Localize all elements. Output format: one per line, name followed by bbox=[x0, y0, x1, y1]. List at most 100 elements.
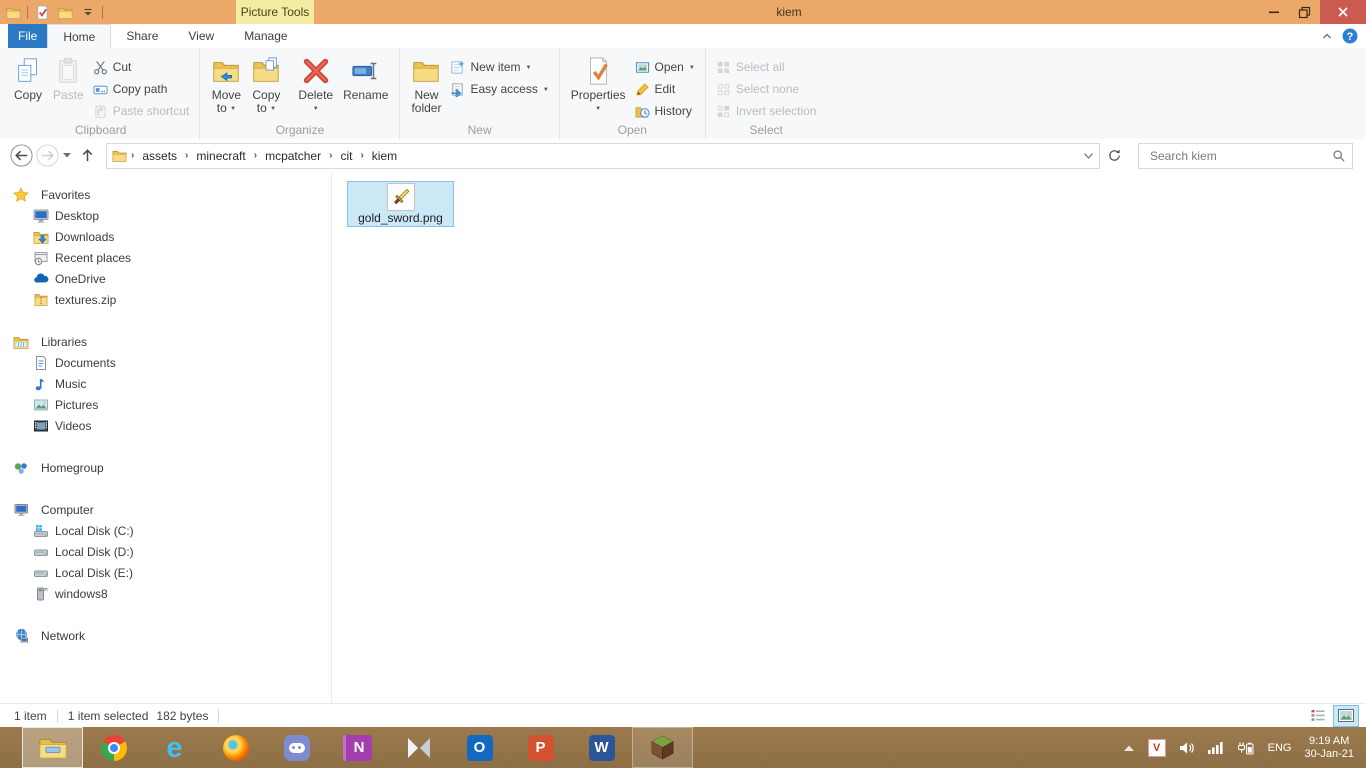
tab-file[interactable]: File bbox=[8, 24, 48, 48]
sidebar-item-downloads[interactable]: Downloads bbox=[0, 226, 331, 247]
sidebar-item-onedrive[interactable]: OneDrive bbox=[0, 268, 331, 289]
invert-selection-button[interactable]: Invert selection bbox=[712, 100, 821, 122]
search-input[interactable] bbox=[1148, 147, 1332, 164]
picture-tools-contextual-tab[interactable]: Picture Tools bbox=[236, 0, 314, 24]
tab-manage[interactable]: Manage bbox=[229, 24, 302, 48]
copy-path-button[interactable]: Copy path bbox=[89, 78, 194, 100]
taskbar-onenote-button[interactable]: N bbox=[327, 727, 388, 768]
history-button[interactable]: History bbox=[631, 100, 699, 122]
paste-button[interactable]: Paste bbox=[48, 51, 89, 102]
system-tray: V ENG 9:19 AM 30-Jan-21 bbox=[1123, 727, 1366, 768]
search-icon[interactable] bbox=[1332, 149, 1346, 163]
tab-view[interactable]: View bbox=[173, 24, 229, 48]
minimize-ribbon-chevron-icon[interactable] bbox=[1320, 29, 1334, 43]
copy-to-button[interactable]: Copy to bbox=[246, 51, 286, 118]
clipboard-group-label: Clipboard bbox=[75, 123, 127, 137]
sidebar-item-local-disk-c[interactable]: Local Disk (C:) bbox=[0, 520, 331, 541]
taskbar-internet-explorer-button[interactable]: e bbox=[144, 727, 205, 768]
forward-button[interactable] bbox=[34, 143, 60, 169]
local-disk-d-icon bbox=[34, 549, 48, 556]
tab-share[interactable]: Share bbox=[111, 24, 173, 48]
details-view-button[interactable] bbox=[1306, 706, 1330, 726]
qat-properties-button[interactable] bbox=[33, 3, 51, 21]
tab-home[interactable]: Home bbox=[47, 24, 112, 48]
up-one-level-button[interactable] bbox=[74, 143, 100, 169]
taskbar-outlook-button[interactable]: O bbox=[449, 727, 510, 768]
v-tray-icon[interactable]: V bbox=[1147, 738, 1166, 757]
delete-button[interactable]: Delete bbox=[293, 51, 338, 118]
copy-button[interactable]: Copy bbox=[8, 51, 48, 102]
dropdown-caret-icon bbox=[526, 60, 532, 74]
recent-locations-caret[interactable] bbox=[60, 143, 74, 169]
breadcrumb-assets[interactable]: assets bbox=[135, 144, 184, 168]
select-none-button[interactable]: Select none bbox=[712, 78, 821, 100]
breadcrumb-mcpatcher[interactable]: mcpatcher bbox=[258, 144, 328, 168]
file-list-area[interactable]: gold_sword.png bbox=[332, 172, 1366, 704]
language-indicator[interactable]: ENG bbox=[1268, 742, 1292, 754]
sidebar-item-pictures[interactable]: Pictures bbox=[0, 394, 331, 415]
file-item-gold-sword[interactable]: gold_sword.png bbox=[347, 181, 454, 227]
sidebar-item-videos[interactable]: Videos bbox=[0, 415, 331, 436]
easy-access-button[interactable]: Easy access bbox=[446, 78, 552, 100]
sidebar-item-windows8-drive[interactable]: windows8 bbox=[0, 583, 331, 604]
back-button[interactable] bbox=[8, 143, 34, 169]
battery-power-icon[interactable] bbox=[1237, 741, 1255, 755]
taskbar-discord-button[interactable] bbox=[266, 727, 327, 768]
new-item-button[interactable]: New item bbox=[446, 56, 552, 78]
taskbar-chrome-button[interactable] bbox=[83, 727, 144, 768]
breadcrumb-minecraft[interactable]: minecraft bbox=[189, 144, 252, 168]
new-folder-button[interactable]: New folder bbox=[406, 51, 446, 115]
history-label: History bbox=[654, 104, 692, 118]
sidebar-item-recent-places[interactable]: Recent places bbox=[0, 247, 331, 268]
sidebar-section-network[interactable]: Network bbox=[0, 625, 331, 646]
sidebar-item-local-disk-e[interactable]: Local Disk (E:) bbox=[0, 562, 331, 583]
edit-button[interactable]: Edit bbox=[631, 78, 699, 100]
sidebar-item-local-disk-d[interactable]: Local Disk (D:) bbox=[0, 541, 331, 562]
show-hidden-icons-button[interactable] bbox=[1123, 744, 1135, 752]
sidebar-section-homegroup[interactable]: Homegroup bbox=[0, 457, 331, 478]
minimize-button[interactable] bbox=[1258, 0, 1289, 24]
documents-label: Documents bbox=[55, 355, 116, 370]
taskbar-powerpoint-button[interactable]: P bbox=[510, 727, 571, 768]
select-all-button[interactable]: Select all bbox=[712, 56, 821, 78]
taskbar-minecraft-button[interactable] bbox=[632, 727, 693, 768]
search-box[interactable] bbox=[1138, 142, 1353, 169]
taskbar-file-explorer-button[interactable] bbox=[22, 727, 83, 768]
status-divider bbox=[56, 708, 58, 723]
taskbar-kmplayer-button[interactable] bbox=[388, 727, 449, 768]
taskbar-word-button[interactable]: W bbox=[571, 727, 632, 768]
properties-button[interactable]: Properties bbox=[566, 51, 631, 118]
breadcrumb-kiem[interactable]: kiem bbox=[365, 144, 404, 168]
sidebar-item-documents[interactable]: Documents bbox=[0, 352, 331, 373]
sidebar-section-favorites[interactable]: Favorites bbox=[0, 184, 331, 205]
thumbnail-view-button[interactable] bbox=[1333, 704, 1359, 727]
sidebar-item-music[interactable]: Music bbox=[0, 373, 331, 394]
paste-shortcut-button[interactable]: Paste shortcut bbox=[89, 100, 194, 122]
taskbar-firefox-button[interactable] bbox=[205, 727, 266, 768]
sidebar-item-desktop[interactable]: Desktop bbox=[0, 205, 331, 226]
edit-label: Edit bbox=[654, 82, 676, 96]
breadcrumb-cit[interactable]: cit bbox=[333, 144, 359, 168]
explorer-window-icon bbox=[4, 3, 22, 21]
copy-label: Copy bbox=[13, 88, 42, 102]
move-to-button[interactable]: Move to bbox=[206, 51, 246, 118]
address-bar[interactable]: assets minecraft mcpatcher cit kiem bbox=[106, 142, 1100, 169]
address-dropdown-caret[interactable] bbox=[1077, 152, 1099, 159]
qat-new-folder-button[interactable] bbox=[56, 3, 74, 21]
ribbon-group-select: Select all Select none Invert selection … bbox=[706, 48, 827, 139]
sidebar-section-libraries[interactable]: Libraries bbox=[0, 331, 331, 352]
help-icon[interactable]: ? bbox=[1342, 28, 1358, 44]
network-signal-icon[interactable] bbox=[1207, 741, 1224, 754]
sidebar-section-computer[interactable]: Computer bbox=[0, 499, 331, 520]
close-button[interactable] bbox=[1320, 0, 1366, 24]
volume-icon[interactable] bbox=[1179, 741, 1195, 755]
rename-button[interactable]: Rename bbox=[338, 51, 393, 102]
restore-button[interactable] bbox=[1289, 0, 1320, 24]
taskbar-clock[interactable]: 9:19 AM 30-Jan-21 bbox=[1304, 735, 1354, 761]
open-button[interactable]: Open bbox=[631, 56, 699, 78]
paste-icon bbox=[53, 54, 83, 88]
qat-customize-caret-button[interactable] bbox=[79, 3, 97, 21]
sidebar-item-textures-zip[interactable]: textures.zip bbox=[0, 289, 331, 310]
cut-button[interactable]: Cut bbox=[89, 56, 194, 78]
refresh-button[interactable] bbox=[1102, 144, 1126, 168]
